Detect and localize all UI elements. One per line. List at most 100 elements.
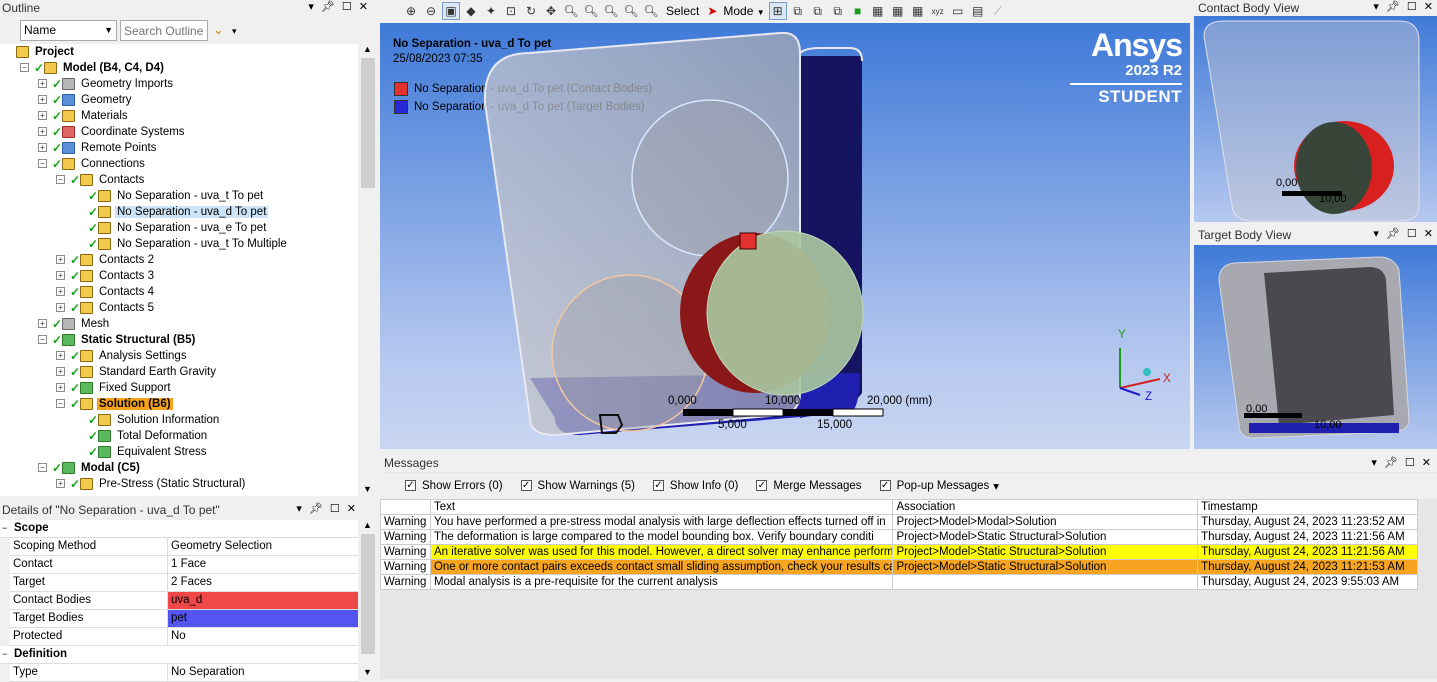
zoom-in-icon[interactable]: 🔍︎ bbox=[562, 2, 580, 20]
tree-node[interactable]: + ✓ Materials bbox=[38, 108, 130, 124]
expand-toggle-icon[interactable]: + bbox=[56, 287, 65, 296]
tree-node[interactable]: − ✓ Model (B4, C4, D4) bbox=[20, 60, 166, 76]
expand-toggle-icon[interactable]: + bbox=[38, 95, 47, 104]
maximize-icon[interactable]: ☐ bbox=[342, 0, 352, 13]
face-select-icon[interactable]: ⧉ bbox=[809, 2, 827, 20]
expand-toggle-icon[interactable]: + bbox=[38, 127, 47, 136]
tree-node[interactable]: + ✓ Analysis Settings bbox=[56, 348, 189, 364]
scroll-down-icon[interactable]: ▼ bbox=[363, 484, 372, 494]
chart-icon[interactable]: ⟋ bbox=[989, 2, 1007, 20]
tree-node[interactable]: + ✓ Fixed Support bbox=[56, 380, 173, 396]
expand-toggle-icon[interactable]: + bbox=[56, 255, 65, 264]
message-row[interactable]: Warning You have performed a pre-stress m… bbox=[380, 514, 1418, 530]
maximize-icon[interactable]: ☐ bbox=[1405, 456, 1415, 469]
tree-node[interactable]: − ✓ Static Structural (B5) bbox=[38, 332, 197, 348]
tree-node[interactable]: + ✓ Contacts 5 bbox=[56, 300, 156, 316]
body-filter-icon[interactable]: ⧉ bbox=[829, 2, 847, 20]
edge-select-icon[interactable]: ⧉ bbox=[789, 2, 807, 20]
name-field[interactable]: Name ▼ bbox=[20, 20, 117, 41]
mesh-select-icon[interactable]: ▦ bbox=[909, 2, 927, 20]
expand-toggle-icon[interactable]: + bbox=[56, 479, 65, 488]
menu-dropdown-icon[interactable]: ▾ bbox=[232, 26, 237, 37]
checkbox-icon[interactable]: ✓ bbox=[652, 480, 664, 492]
definition-section[interactable]: − Definition bbox=[0, 646, 358, 664]
graphics-viewport[interactable]: No Separation - uva_d To pet 25/08/2023 … bbox=[380, 23, 1190, 449]
maximize-icon[interactable]: ☐ bbox=[330, 502, 340, 515]
message-row[interactable]: Warning An iterative solver was used for … bbox=[380, 544, 1418, 560]
detail-row[interactable]: Scoping Method Geometry Selection bbox=[10, 538, 358, 556]
dropdown-icon[interactable]: ▾ bbox=[1373, 0, 1379, 13]
dropdown-icon[interactable]: ▾ bbox=[296, 502, 302, 515]
tree-node[interactable]: + ✓ Contacts 4 bbox=[56, 284, 156, 300]
expand-toggle-icon[interactable]: + bbox=[38, 79, 47, 88]
filter-checkbox[interactable]: ✓ Show Info (0) bbox=[652, 480, 738, 492]
dropdown-icon[interactable]: ▾ bbox=[308, 0, 314, 13]
mode-menu[interactable]: Mode ▼ bbox=[721, 4, 766, 18]
close-icon[interactable]: ✕ bbox=[1424, 0, 1433, 13]
cube-icon[interactable]: ◆ bbox=[462, 2, 480, 20]
vertex-select-icon[interactable]: ⊞ bbox=[768, 2, 787, 20]
expand-toggle-icon[interactable]: − bbox=[20, 63, 29, 72]
detail-row-type[interactable]: Type No Separation bbox=[10, 664, 358, 682]
close-icon[interactable]: ✕ bbox=[1424, 227, 1433, 240]
dropdown-icon[interactable]: ▾ bbox=[1371, 456, 1377, 469]
dropdown-icon[interactable]: ▾ bbox=[1373, 227, 1379, 240]
pin-icon[interactable]: 📌︎ bbox=[1384, 456, 1398, 469]
detail-row[interactable]: Target 2 Faces bbox=[10, 574, 358, 592]
rotate-icon[interactable]: ↻ bbox=[522, 2, 540, 20]
previous-view-icon[interactable]: 🔍︎ bbox=[642, 2, 660, 20]
tree-node[interactable]: + ✓ Geometry Imports bbox=[38, 76, 175, 92]
search-input[interactable] bbox=[120, 20, 208, 41]
message-row[interactable]: Warning Modal analysis is a pre-requisite… bbox=[380, 574, 1418, 590]
coordinate-icon[interactable]: xyz bbox=[929, 2, 947, 20]
target-body-viewport[interactable]: 0,00 10,00 bbox=[1194, 245, 1437, 449]
box-zoom-icon[interactable]: ⊡ bbox=[502, 2, 520, 20]
col-type[interactable] bbox=[380, 499, 431, 515]
close-icon[interactable]: ✕ bbox=[359, 0, 368, 13]
annotation-icon[interactable]: ▤ bbox=[969, 2, 987, 20]
expand-toggle-icon[interactable]: − bbox=[38, 159, 47, 168]
expand-toggle-icon[interactable]: − bbox=[38, 463, 47, 472]
filter-checkbox[interactable]: ✓ Pop-up Messages bbox=[879, 480, 989, 492]
message-row[interactable]: Warning One or more contact pairs exceeds… bbox=[380, 559, 1418, 575]
tree-node[interactable]: + ✓ Contacts 3 bbox=[56, 268, 156, 284]
expand-toggle-icon[interactable]: + bbox=[56, 367, 65, 376]
tree-node[interactable]: + ✓ Coordinate Systems bbox=[38, 124, 187, 140]
collapse-minus-icon[interactable]: − bbox=[2, 646, 7, 663]
filter-checkbox[interactable]: ✓ Merge Messages bbox=[756, 480, 862, 492]
tree-node[interactable]: Project bbox=[16, 44, 76, 60]
filter-checkbox[interactable]: ✓ Show Warnings (5) bbox=[520, 480, 635, 492]
col-timestamp[interactable]: Timestamp bbox=[1197, 499, 1418, 515]
tree-node[interactable]: + ✓ Remote Points bbox=[38, 140, 158, 156]
outline-scrollbar[interactable]: ▲ ▼ bbox=[360, 44, 376, 496]
expand-toggle-icon[interactable]: + bbox=[56, 303, 65, 312]
tree-node[interactable]: ✓ No Separation - uva_t To pet bbox=[88, 188, 265, 204]
checkbox-icon[interactable]: ✓ bbox=[520, 480, 532, 492]
pin-icon[interactable]: 📌︎ bbox=[1386, 227, 1400, 240]
detail-row[interactable]: Contact 1 Face bbox=[10, 556, 358, 574]
expand-toggle-icon[interactable]: + bbox=[38, 143, 47, 152]
tree-node[interactable]: ✓ No Separation - uva_e To pet bbox=[88, 220, 268, 236]
cursor-icon[interactable]: ➤ bbox=[705, 2, 719, 20]
tree-node[interactable]: + ✓ Standard Earth Gravity bbox=[56, 364, 218, 380]
expand-toggle-icon[interactable]: − bbox=[56, 399, 65, 408]
close-icon[interactable]: ✕ bbox=[347, 502, 356, 515]
body-select-icon[interactable]: ▣ bbox=[442, 2, 460, 20]
collapse-minus-icon[interactable]: − bbox=[2, 520, 7, 537]
expand-toggle-icon[interactable]: + bbox=[38, 111, 47, 120]
maximize-icon[interactable]: ☐ bbox=[1407, 227, 1417, 240]
collapse-icon[interactable]: ⌄ bbox=[213, 22, 224, 38]
checkbox-icon[interactable]: ✓ bbox=[756, 480, 768, 492]
label-icon[interactable]: ▭ bbox=[949, 2, 967, 20]
tree-node[interactable]: + ✓ Pre-Stress (Static Structural) bbox=[56, 476, 247, 492]
expand-toggle-icon[interactable]: − bbox=[38, 335, 47, 344]
tree-node[interactable]: + ✓ Contacts 2 bbox=[56, 252, 156, 268]
scroll-down-icon[interactable]: ▼ bbox=[363, 667, 372, 677]
detail-row[interactable]: Target Bodies pet bbox=[10, 610, 358, 628]
message-row[interactable]: Warning The deformation is large compared… bbox=[380, 529, 1418, 545]
checkbox-icon[interactable]: ✓ bbox=[405, 480, 416, 492]
tree-node[interactable]: − ✓ Connections bbox=[38, 156, 147, 172]
tree-node[interactable]: ✓ Solution Information bbox=[88, 412, 221, 428]
detail-row[interactable]: Contact Bodies uva_d bbox=[10, 592, 358, 610]
tree-node[interactable]: − ✓ Contacts bbox=[56, 172, 146, 188]
